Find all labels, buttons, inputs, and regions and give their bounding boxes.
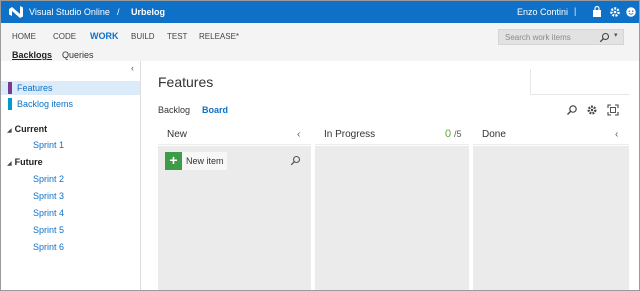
column-body: + New item bbox=[158, 146, 311, 290]
group-label: Current bbox=[14, 124, 48, 134]
tab-queries[interactable]: Queries bbox=[62, 50, 94, 60]
column-title: New bbox=[167, 129, 188, 140]
group-current[interactable]: ◢ Current bbox=[7, 124, 47, 134]
backlog-label: Backlog items bbox=[17, 99, 74, 109]
main-content: Features Backlog Board New ‹ + New item bbox=[142, 61, 639, 290]
app-window: Visual Studio Online / Urbelog Enzo Cont… bbox=[0, 0, 640, 291]
collapse-column-button[interactable]: ‹ bbox=[615, 129, 618, 140]
column-title: Done bbox=[482, 129, 506, 140]
hub-navigation: HOME CODE WORK BUILD TEST RELEASE* Backl… bbox=[1, 23, 639, 61]
sprint-link[interactable]: Sprint 2 bbox=[33, 174, 64, 184]
column-header: New ‹ bbox=[158, 125, 311, 145]
project-name[interactable]: Urbelog bbox=[131, 7, 165, 17]
column-body bbox=[315, 146, 469, 290]
gear-icon[interactable] bbox=[608, 5, 622, 19]
gear-icon[interactable] bbox=[586, 104, 598, 116]
left-navigation-panel: ‹ Features Backlog items ◢ Current Sprint… bbox=[1, 61, 141, 290]
collapse-column-button[interactable]: ‹ bbox=[297, 129, 300, 140]
wip-limit: /5 bbox=[454, 129, 462, 139]
expand-triangle-icon[interactable]: ◢ bbox=[7, 128, 12, 134]
backlog-item-backlog-items[interactable]: Backlog items bbox=[1, 97, 140, 111]
search-icon[interactable] bbox=[599, 32, 610, 43]
breadcrumb-separator: / bbox=[117, 7, 120, 17]
board-column-new: New ‹ + New item bbox=[158, 125, 311, 290]
hub-build[interactable]: BUILD bbox=[131, 32, 155, 41]
plus-icon: + bbox=[165, 152, 182, 170]
title-side-box bbox=[530, 69, 630, 95]
features-color-bar bbox=[8, 82, 12, 94]
user-name[interactable]: Enzo Contini bbox=[517, 7, 568, 17]
wip-count: 0 bbox=[445, 128, 452, 140]
backlog-item-features[interactable]: Features bbox=[1, 81, 140, 95]
top-bar: Visual Studio Online / Urbelog Enzo Cont… bbox=[1, 1, 639, 23]
column-header: Done ‹ bbox=[473, 125, 629, 145]
hub-code[interactable]: CODE bbox=[53, 32, 76, 41]
group-label: Future bbox=[14, 157, 43, 167]
fullscreen-icon[interactable] bbox=[607, 104, 619, 116]
collapse-panel-button[interactable]: ‹ bbox=[131, 63, 134, 73]
sprint-link[interactable]: Sprint 5 bbox=[33, 225, 64, 235]
page-title: Features bbox=[158, 74, 214, 90]
tab-backlog[interactable]: Backlog bbox=[158, 105, 190, 115]
hub-home[interactable]: HOME bbox=[12, 32, 36, 41]
board-column-in-progress: In Progress 0 /5 bbox=[315, 125, 469, 290]
expand-triangle-icon[interactable]: ◢ bbox=[7, 161, 12, 167]
search-icon[interactable] bbox=[290, 155, 301, 166]
search-icon[interactable] bbox=[566, 104, 578, 116]
visual-studio-logo-icon[interactable] bbox=[8, 5, 24, 19]
product-name[interactable]: Visual Studio Online bbox=[29, 7, 110, 17]
hub-test[interactable]: TEST bbox=[167, 32, 187, 41]
hub-work[interactable]: WORK bbox=[90, 31, 119, 41]
backlog-label: Features bbox=[17, 83, 53, 93]
search-work-items-input[interactable]: Search work items ▾ bbox=[498, 29, 624, 45]
smiley-icon[interactable] bbox=[625, 5, 637, 19]
board-column-done: Done ‹ bbox=[473, 125, 629, 290]
topbar-divider: | bbox=[574, 6, 577, 16]
hub-release[interactable]: RELEASE* bbox=[199, 32, 239, 41]
sprint-link[interactable]: Sprint 6 bbox=[33, 242, 64, 252]
tab-backlogs[interactable]: Backlogs bbox=[12, 50, 52, 60]
new-item-button[interactable]: + New item bbox=[165, 152, 227, 170]
group-future[interactable]: ◢ Future bbox=[7, 157, 43, 167]
tab-board[interactable]: Board bbox=[202, 105, 228, 115]
sprint-link[interactable]: Sprint 3 bbox=[33, 191, 64, 201]
sprint-link[interactable]: Sprint 4 bbox=[33, 208, 64, 218]
chevron-down-icon[interactable]: ▾ bbox=[614, 31, 618, 39]
column-body bbox=[473, 146, 629, 290]
sprint-link[interactable]: Sprint 1 bbox=[33, 140, 64, 150]
shopping-bag-icon[interactable] bbox=[590, 5, 604, 19]
backlog-items-color-bar bbox=[8, 98, 12, 110]
column-header: In Progress 0 /5 bbox=[315, 125, 469, 145]
new-item-label: New item bbox=[186, 156, 224, 166]
column-title: In Progress bbox=[324, 129, 376, 140]
search-placeholder: Search work items bbox=[505, 33, 571, 42]
